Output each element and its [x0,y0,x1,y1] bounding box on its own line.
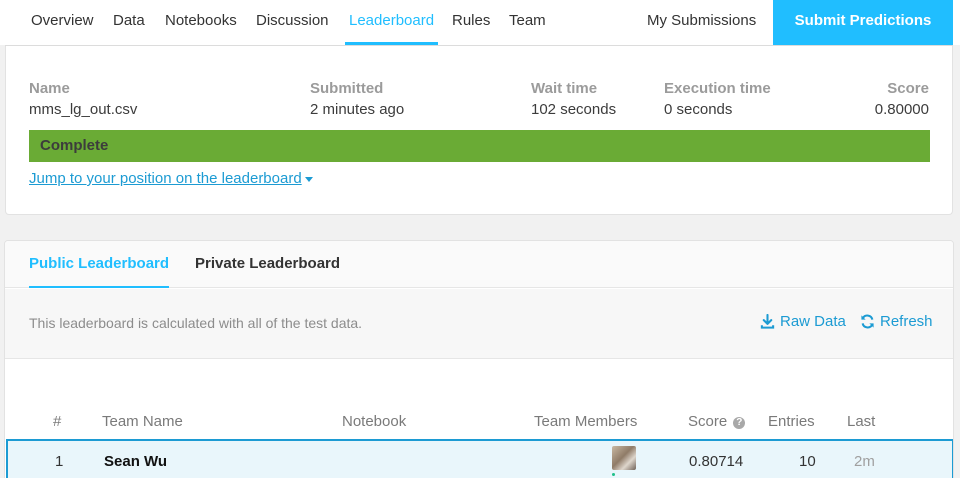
tab-discussion[interactable]: Discussion [256,0,329,45]
raw-data-button[interactable]: Raw Data [760,313,846,330]
submitted-value: 2 minutes ago [310,101,405,118]
col-team-members: Team Members [534,413,638,430]
avatar[interactable] [612,446,636,470]
tab-leaderboard[interactable]: Leaderboard [344,0,439,45]
caret-down-icon [304,176,313,182]
name-column: Name mms_lg_out.csv [29,80,137,118]
col-rank: # [53,413,62,430]
leaderboard-card: Public Leaderboard Private Leaderboard T… [4,240,954,478]
file-name: mms_lg_out.csv [29,101,138,118]
score-column: Score 0.80000 [875,80,929,118]
score-value: 0.80000 [874,101,929,118]
refresh-icon [861,314,874,329]
col-notebook: Notebook [342,413,407,430]
submission-card: Name mms_lg_out.csv Submitted 2 minutes … [5,46,953,215]
jump-link-text: Jump to your position on the leaderboard [29,170,302,187]
top-nav: Overview Data Notebooks Discussion Leade… [0,0,960,46]
wait-value: 102 seconds [531,101,617,118]
col-team-name: Team Name [102,413,183,430]
submitted-label: Submitted [310,80,384,97]
leaderboard-info-bar: This leaderboard is calculated with all … [5,289,953,359]
my-submissions-link[interactable]: My Submissions [647,0,756,45]
table-row[interactable]: 1 Sean Wu 0.80714 10 2m [6,439,953,478]
col-score-label: Score [688,413,728,430]
wait-label: Wait time [531,80,598,97]
leaderboard-header-row: # Team Name Notebook Team Members Score … [5,413,953,433]
score-label: Score [887,80,929,97]
leaderboard-info-text: This leaderboard is calculated with all … [29,315,363,331]
tab-team[interactable]: Team [509,0,546,45]
tab-rules[interactable]: Rules [452,0,490,45]
tab-private-leaderboard[interactable]: Private Leaderboard [195,255,340,272]
online-indicator [612,473,615,476]
col-score[interactable]: Score ? [688,413,746,430]
row-score: 0.80714 [689,453,744,470]
tab-overview[interactable]: Overview [31,0,94,45]
tab-notebooks[interactable]: Notebooks [165,0,237,45]
execution-label: Execution time [664,80,771,97]
row-entries: 10 [799,453,816,470]
leaderboard-tabs: Public Leaderboard Private Leaderboard [5,241,953,288]
refresh-label: Refresh [880,313,933,330]
tab-data[interactable]: Data [113,0,145,45]
submitted-column: Submitted 2 minutes ago [310,80,404,118]
row-last: 2m [854,453,875,470]
name-label: Name [29,80,70,97]
submit-predictions-button[interactable]: Submit Predictions [773,0,953,45]
wait-column: Wait time 102 seconds [531,80,616,118]
col-last: Last [847,413,876,430]
row-team-name[interactable]: Sean Wu [104,453,167,470]
status-bar: Complete [29,130,930,162]
execution-value: 0 seconds [664,101,733,118]
raw-data-label: Raw Data [780,313,846,330]
tab-public-leaderboard[interactable]: Public Leaderboard [29,255,170,288]
help-icon[interactable]: ? [733,417,746,429]
refresh-button[interactable]: Refresh [860,313,933,330]
col-entries: Entries [768,413,815,430]
execution-column: Execution time 0 seconds [664,80,771,118]
row-rank: 1 [55,453,64,470]
download-icon [760,314,775,329]
jump-to-position-link[interactable]: Jump to your position on the leaderboard [29,170,313,187]
